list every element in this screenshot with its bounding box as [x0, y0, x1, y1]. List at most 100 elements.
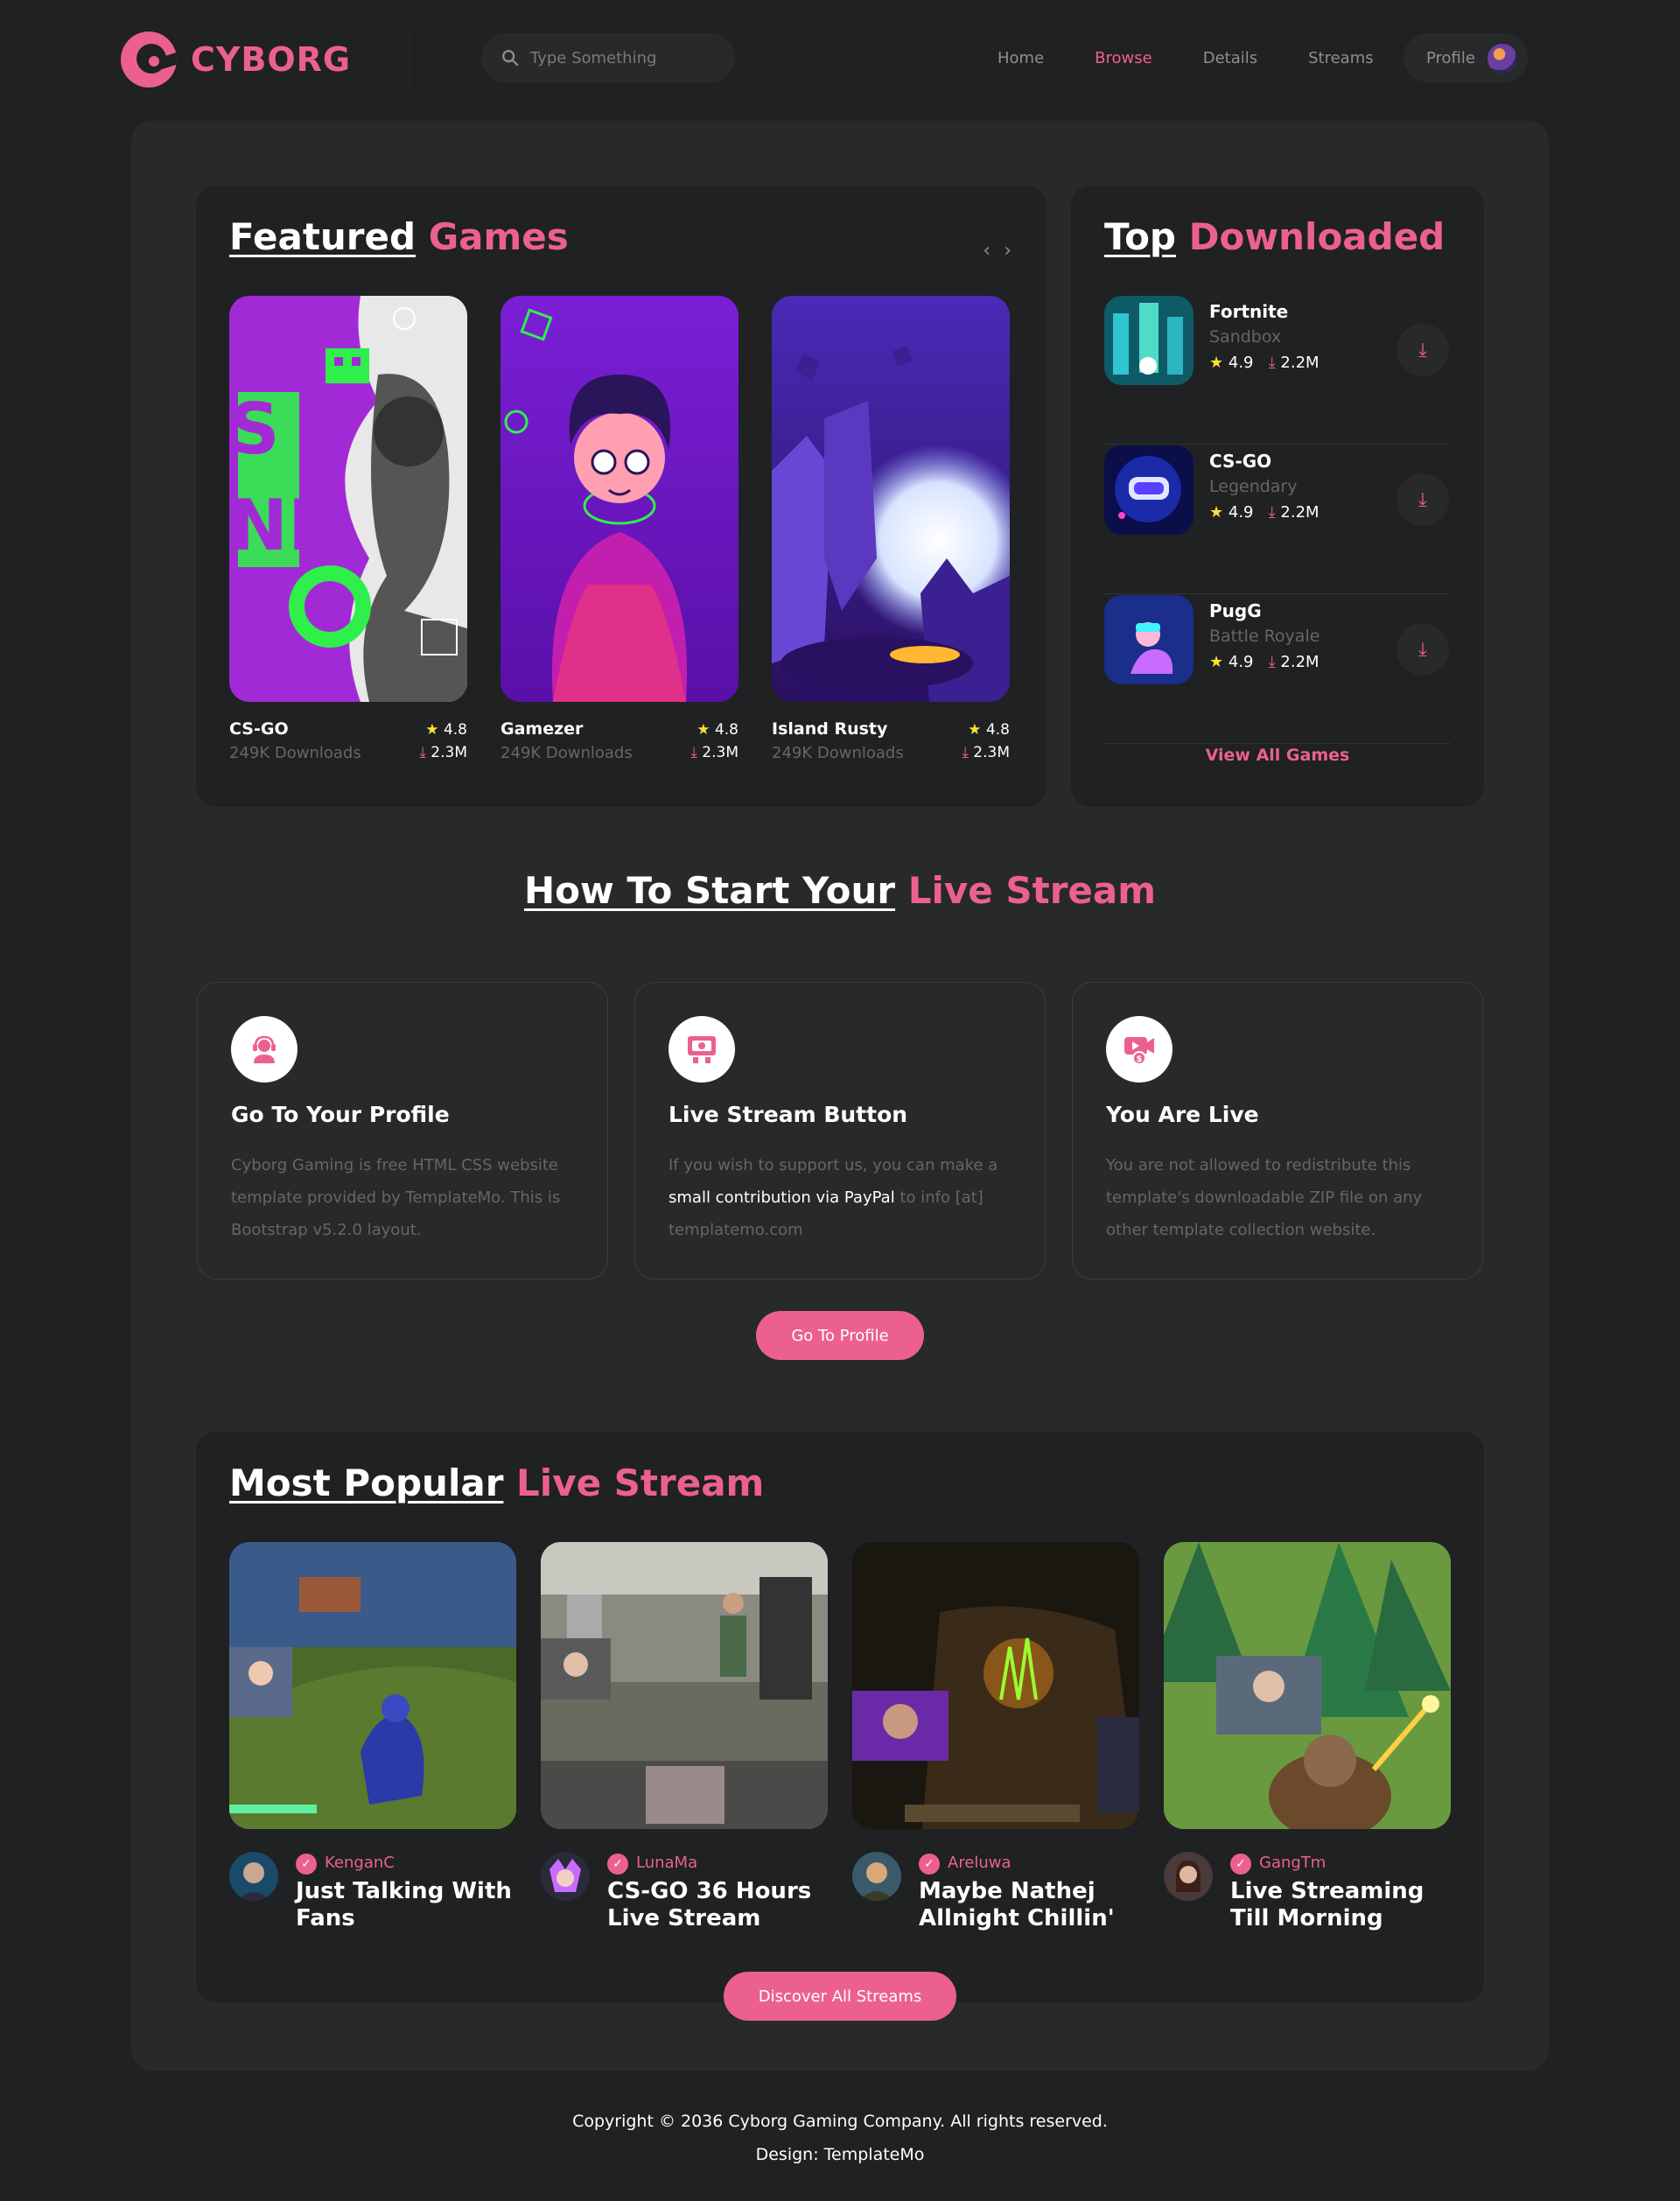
download-icon: ⤓ [1268, 503, 1276, 522]
top-downloaded-item[interactable]: PugG Battle Royale ★ 4.9 ⤓ 2.2M ⤓ [1104, 595, 1451, 744]
featured-title-white: Featured [229, 215, 416, 258]
download-button[interactable]: ⤓ [1396, 324, 1449, 376]
howto-title-pink: Live Stream [907, 869, 1156, 912]
game-rating: ★ 4.8 [425, 721, 467, 739]
streamer-name[interactable]: Areluwa [948, 1854, 1012, 1872]
video-camera-icon: $ [1106, 1016, 1172, 1083]
stream-title[interactable]: CS-GO 36 Hours Live Stream [607, 1878, 828, 1932]
item-title: CS-GO [1209, 451, 1272, 472]
item-category: Legendary [1209, 477, 1298, 496]
svg-text:NE: NE [229, 485, 336, 566]
carousel-arrows[interactable]: ‹ › [983, 240, 1015, 262]
stream-card[interactable]: ✓ GangTm Live Streaming Till Morning [1164, 1542, 1451, 1931]
rating-value: 4.9 [1228, 503, 1254, 522]
search-input[interactable] [530, 48, 723, 67]
design-credit: Design: TemplateMo [755, 2145, 925, 2164]
logo-mark-icon [121, 32, 177, 88]
game-title: CS-GO [229, 719, 289, 739]
svg-text:S: S [229, 389, 280, 470]
profile-button[interactable]: Profile [1404, 33, 1528, 82]
profile-label: Profile [1426, 48, 1475, 67]
item-stats: ★ 4.9 ⤓ 2.2M [1209, 653, 1320, 671]
download-icon: ⤓ [1418, 488, 1427, 511]
streamer-avatar[interactable] [229, 1852, 278, 1901]
site-footer: Copyright © 2036 Cyborg Gaming Company. … [0, 2105, 1680, 2171]
download-icon: ⤓ [1418, 638, 1427, 661]
step-description: Cyborg Gaming is free HTML CSS website t… [231, 1156, 561, 1239]
download-value: 2.2M [1280, 503, 1320, 522]
stream-title[interactable]: Live Streaming Till Morning [1230, 1878, 1451, 1932]
search-box[interactable] [481, 33, 735, 82]
nav-home[interactable]: Home [998, 49, 1044, 67]
download-button[interactable]: ⤓ [1396, 473, 1449, 526]
item-category: Battle Royale [1209, 627, 1320, 646]
item-category: Sandbox [1209, 327, 1282, 347]
popular-title-pink: Live Stream [516, 1461, 765, 1504]
nav-streams[interactable]: Streams [1308, 49, 1374, 67]
stream-title[interactable]: Just Talking With Fans [296, 1878, 516, 1932]
nav-browse[interactable]: Browse [1095, 49, 1152, 67]
step-description: If you wish to support us, you can make … [668, 1149, 1018, 1246]
step-card: $ You Are Live You are not allowed to re… [1072, 982, 1483, 1279]
view-all-games-link[interactable]: View All Games [1071, 746, 1484, 765]
topdl-title-pink: Downloaded [1188, 215, 1446, 258]
game-title: Gamezer [500, 719, 584, 739]
logo[interactable]: CYBORG [121, 32, 351, 88]
stream-thumbnail[interactable] [541, 1542, 828, 1829]
top-downloaded-item[interactable]: CS-GO Legendary ★ 4.9 ⤓ 2.2M ⤓ [1104, 445, 1451, 594]
verified-icon: ✓ [607, 1854, 628, 1875]
item-stats: ★ 4.9 ⤓ 2.2M [1209, 354, 1320, 372]
step-desc-part: If you wish to support us, you can make … [668, 1156, 998, 1174]
copyright-text: Copyright © 2036 Cyborg Gaming Company. … [572, 2112, 1108, 2131]
popular-heading: Most Popular Live Stream [229, 1461, 764, 1504]
stream-card[interactable]: ✓ LunaMa CS-GO 36 Hours Live Stream [541, 1542, 828, 1931]
game-download-count: ⤓ 2.3M [962, 744, 1010, 761]
stream-thumbnail[interactable] [1164, 1542, 1451, 1829]
game-thumbnail[interactable] [772, 296, 1010, 702]
stream-thumbnail[interactable] [852, 1542, 1139, 1829]
game-download-count: ⤓ 2.3M [690, 744, 738, 761]
item-stats: ★ 4.9 ⤓ 2.2M [1209, 503, 1320, 522]
download-value: 2.3M [702, 744, 738, 761]
featured-heading: Featured Games [229, 215, 569, 258]
star-icon: ★ [1209, 653, 1224, 671]
streamer-name[interactable]: LunaMa [636, 1854, 697, 1872]
game-icon-image [1104, 445, 1194, 535]
step-title: Go To Your Profile [231, 1102, 450, 1127]
featured-title-pink: Games [428, 215, 569, 258]
download-icon: ⤓ [1418, 339, 1427, 361]
download-icon: ⤓ [690, 744, 697, 761]
step-card: Go To Your Profile Cyborg Gaming is free… [197, 982, 608, 1279]
rating-value: 4.8 [443, 721, 467, 739]
download-button[interactable]: ⤓ [1396, 623, 1449, 676]
nav-details[interactable]: Details [1203, 49, 1257, 67]
stream-thumbnail[interactable] [229, 1542, 516, 1829]
streamer-avatar[interactable] [852, 1852, 901, 1901]
featured-game-card[interactable]: Gamezer 249K Downloads ★ 4.8 ⤓ 2.3M [500, 296, 738, 762]
game-title: Island Rusty [772, 719, 888, 739]
stream-title[interactable]: Maybe Nathej Allnight Chillin' [919, 1878, 1139, 1932]
stream-card[interactable]: ✓ Areluwa Maybe Nathej Allnight Chillin' [852, 1542, 1139, 1931]
game-thumbnail[interactable] [500, 296, 738, 702]
rating-value: 4.8 [985, 721, 1010, 739]
paypal-link[interactable]: small contribution via PayPal [668, 1188, 895, 1207]
streamer-avatar[interactable] [541, 1852, 590, 1901]
streamer-avatar[interactable] [1164, 1852, 1213, 1901]
stream-card[interactable]: ✓ KenganC Just Talking With Fans [229, 1542, 516, 1931]
featured-game-card[interactable]: S NE CS-GO 249K Downloads ★ 4.8 ⤓ 2.3M [229, 296, 467, 762]
discover-all-streams-button[interactable]: Discover All Streams [724, 1972, 956, 2021]
streamer-name[interactable]: GangTm [1259, 1854, 1326, 1872]
go-to-profile-button[interactable]: Go To Profile [756, 1311, 924, 1360]
item-title: PugG [1209, 600, 1262, 621]
featured-game-card[interactable]: Island Rusty 249K Downloads ★ 4.8 ⤓ 2.3M [772, 296, 1010, 762]
top-downloaded-card: Top Downloaded Fortnite Sandbox ★ 4.9 ⤓ … [1071, 186, 1484, 807]
game-thumbnail[interactable]: S NE [229, 296, 467, 702]
top-downloaded-item[interactable]: Fortnite Sandbox ★ 4.9 ⤓ 2.2M ⤓ [1104, 296, 1451, 445]
popular-title-white: Most Popular [229, 1461, 504, 1504]
download-icon: ⤓ [1268, 354, 1276, 372]
streamer-name[interactable]: KenganC [325, 1854, 395, 1872]
star-icon: ★ [696, 721, 710, 739]
download-icon: ⤓ [1268, 653, 1276, 671]
step-title: Live Stream Button [668, 1102, 908, 1127]
download-value: 2.2M [1280, 354, 1320, 372]
